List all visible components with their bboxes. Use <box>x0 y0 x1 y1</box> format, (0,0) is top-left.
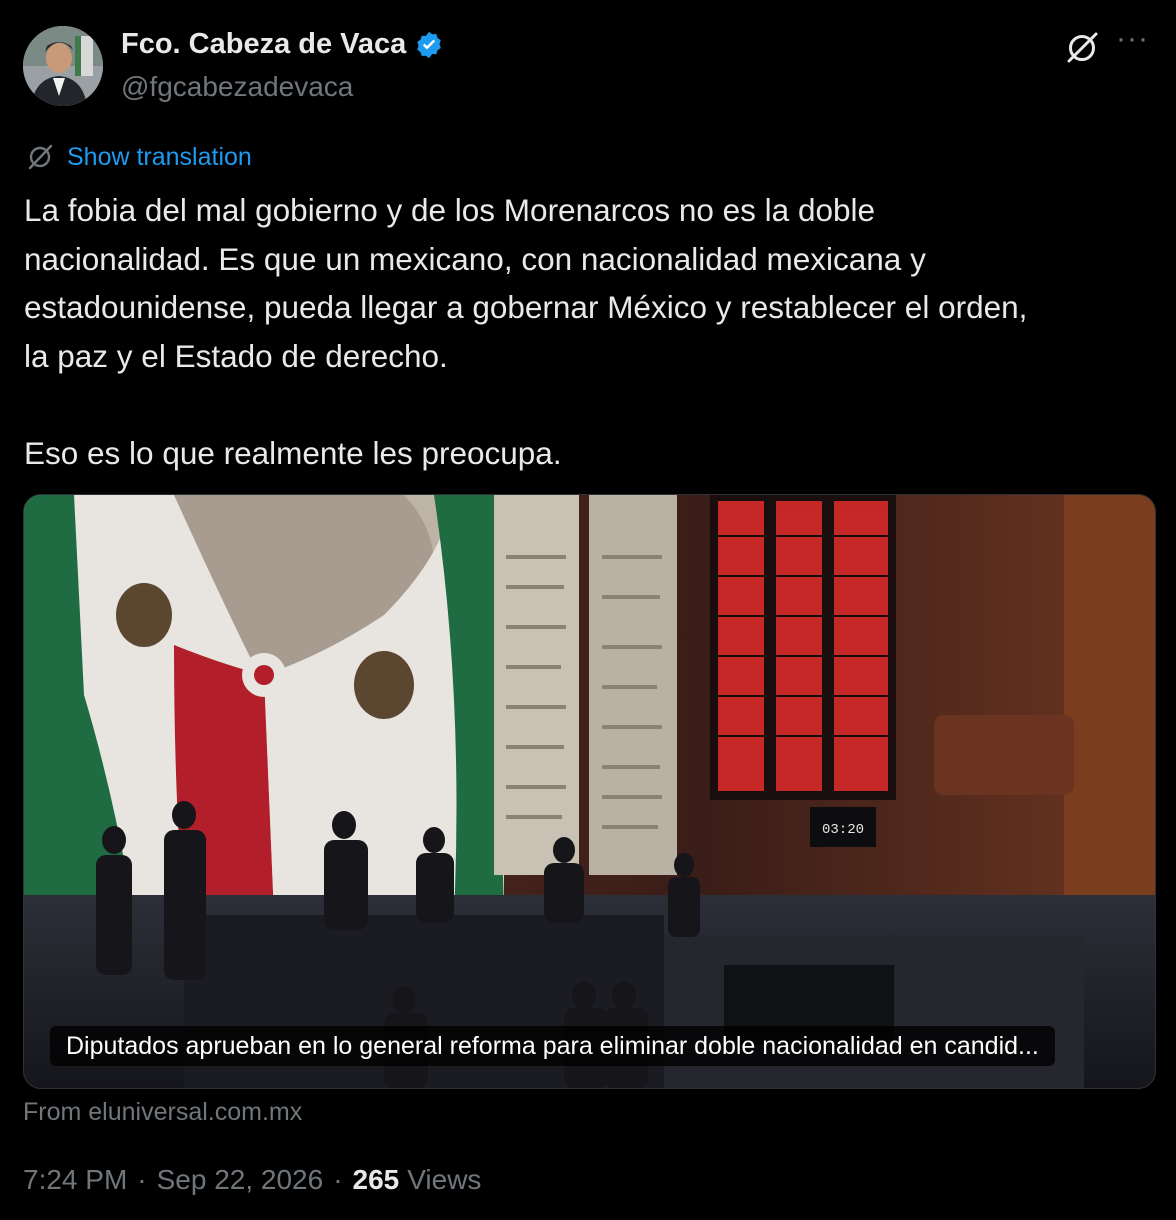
meta-separator: · <box>333 1164 343 1195</box>
avatar-photo <box>23 26 103 106</box>
chamber-clock: 03:20 <box>822 822 864 838</box>
author-name[interactable]: Fco. Cabeza de Vaca <box>121 28 406 61</box>
author-avatar[interactable] <box>23 26 103 106</box>
views-count[interactable]: 265 <box>353 1164 400 1196</box>
show-translation-button[interactable]: Show translation <box>25 142 252 172</box>
chamber-photo: 03:20 <box>24 495 1155 1088</box>
author-handle[interactable]: @fgcabezadevaca <box>121 71 353 103</box>
translate-icon <box>28 144 53 170</box>
link-card[interactable]: 03:20 Diputados aprueban en lo general r… <box>23 494 1156 1089</box>
verified-badge-icon <box>417 31 442 58</box>
card-caption: Diputados aprueban en lo general reforma… <box>50 1026 1055 1066</box>
tweet-date[interactable]: Sep 22, 2026 <box>157 1164 324 1196</box>
show-translation-label: Show translation <box>67 142 252 171</box>
grok-icon[interactable] <box>1062 28 1102 68</box>
views-label[interactable]: Views <box>407 1164 481 1196</box>
tweet-meta: 7:24 PM · Sep 22, 2026 · 265 Views <box>23 1164 481 1196</box>
more-options-button[interactable]: ··· <box>1116 24 1152 60</box>
card-source[interactable]: From eluniversal.com.mx <box>23 1098 302 1127</box>
author-name-row[interactable]: Fco. Cabeza de Vaca <box>121 28 444 61</box>
meta-separator: · <box>137 1164 147 1195</box>
more-horizontal-icon: ··· <box>1116 22 1149 55</box>
tweet-time[interactable]: 7:24 PM <box>23 1164 127 1196</box>
tweet-text: La fobia del mal gobierno y de los Moren… <box>24 192 1028 471</box>
